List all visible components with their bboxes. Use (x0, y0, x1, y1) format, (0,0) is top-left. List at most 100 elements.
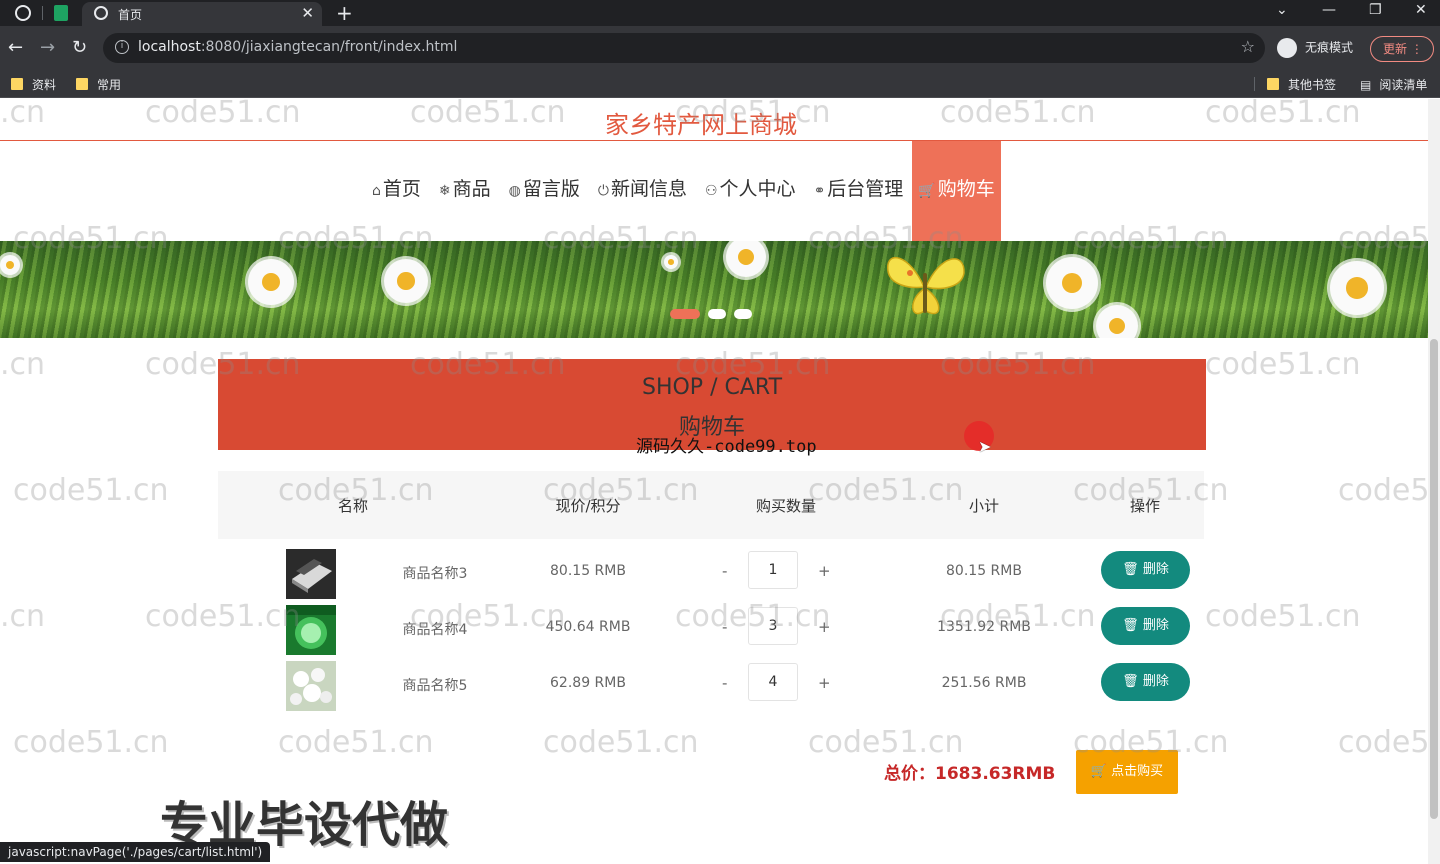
product-price: 450.64 RMB (545, 619, 631, 635)
qty-decrease-button[interactable]: - (722, 618, 727, 636)
update-button[interactable]: 更新 ⋮ (1370, 36, 1434, 62)
page-viewport: 家乡特产网上商城 ⌂ 首页 ❄ 商品 ◍ 留言版 ⏻ 新闻信息 ⚇ 个人中心 ⚭ 后台管理 … (0, 99, 1428, 864)
bookmark-star-icon[interactable]: ☆ (1241, 37, 1255, 56)
sheets-app-icon[interactable] (54, 5, 68, 21)
status-bar-link: javascript:navPage('./pages/cart/list.ht… (0, 842, 271, 862)
product-price: 62.89 RMB (550, 675, 626, 691)
qty-input[interactable] (748, 663, 798, 701)
watermark: .cn (0, 599, 46, 634)
close-window-button[interactable]: ✕ (1415, 2, 1427, 18)
col-header-subtotal: 小计 (968, 497, 1000, 515)
scrollbar-thumb[interactable] (1430, 339, 1438, 819)
cart-total: 总价：1683.63RMB (884, 764, 1056, 784)
watermark: code51.cn (543, 725, 699, 760)
product-name[interactable]: 商品名称4 (403, 619, 468, 639)
checkout-button[interactable]: 🛒 点击购买 (1076, 750, 1178, 794)
watermark: code51.cn (13, 473, 169, 508)
product-subtotal: 251.56 RMB (941, 675, 1027, 691)
new-tab-button[interactable]: + (336, 1, 353, 25)
minimize-button[interactable]: — (1322, 2, 1336, 18)
product-name[interactable]: 商品名称5 (403, 675, 468, 695)
globe-icon[interactable] (15, 5, 31, 21)
qty-decrease-button[interactable]: - (722, 562, 727, 580)
tab-close-icon[interactable]: ✕ (301, 4, 314, 22)
nav-admin[interactable]: ⚭ 后台管理 (805, 141, 913, 241)
col-header-qty: 购买数量 (755, 497, 817, 515)
watermark: code5 (1338, 473, 1428, 508)
qty-increase-button[interactable]: + (818, 618, 831, 636)
qty-increase-button[interactable]: + (818, 674, 831, 692)
daisy-flower (0, 255, 20, 275)
product-subtotal: 80.15 RMB (946, 563, 1022, 579)
incognito-indicator[interactable]: 无痕模式 (1277, 38, 1353, 58)
bookmark-folder-changyong[interactable]: 常用 (76, 76, 121, 93)
bookmark-other[interactable]: 其他书签 (1267, 76, 1336, 93)
banner-grass-image (0, 241, 1428, 338)
banner-carousel[interactable] (0, 241, 1428, 338)
delete-button[interactable]: 🗑 删除 (1101, 663, 1190, 701)
qty-increase-button[interactable]: + (818, 562, 831, 580)
nav-guestbook[interactable]: ◍ 留言版 (500, 141, 589, 241)
nav-profile[interactable]: ⚇ 个人中心 (696, 141, 805, 241)
nav-cart[interactable]: 🛒 购物车 (912, 141, 1001, 241)
cart-total-value: 1683.63RMB (935, 764, 1056, 784)
carousel-dot-2[interactable] (708, 309, 726, 319)
globe-icon: ◍ (508, 183, 521, 199)
product-thumbnail[interactable] (286, 661, 336, 711)
nav-products[interactable]: ❄ 商品 (430, 141, 500, 241)
address-bar[interactable]: i localhost:8080/jiaxiangtecan/front/ind… (103, 33, 1265, 63)
user-icon: ⚇ (704, 183, 718, 199)
cart-table-header: 名称 现价/积分 购买数量 小计 操作 (218, 471, 1204, 539)
watermark: code51.cn (1205, 347, 1361, 382)
power-icon: ⏻ (597, 183, 609, 199)
butterfly-icon (887, 256, 965, 315)
daisy-flower (1046, 257, 1098, 309)
qty-decrease-button[interactable]: - (722, 674, 727, 692)
product-price: 80.15 RMB (550, 563, 626, 579)
qty-input[interactable] (748, 551, 798, 589)
trash-icon: 🗑 (1122, 674, 1139, 689)
product-thumbnail[interactable] (286, 549, 336, 599)
back-button[interactable]: ← (8, 37, 23, 58)
site-info-icon[interactable]: i (115, 40, 129, 54)
delete-button[interactable]: 🗑 删除 (1101, 551, 1190, 589)
tab-search-icon[interactable]: ⌄ (1276, 2, 1288, 18)
product-name[interactable]: 商品名称3 (403, 563, 468, 583)
watermark: code51.cn (1205, 599, 1361, 634)
cart-row: 商品名称5 62.89 RMB - + 251.56 RMB 🗑 删除 (218, 657, 1204, 713)
mouse-cursor-icon: ➤ (978, 437, 992, 456)
bookmark-folder-ziliao[interactable]: 资料 (11, 76, 56, 93)
watermark: code51.cn (278, 725, 434, 760)
cart-row: 商品名称4 450.64 RMB - + 1351.92 RMB 🗑 删除 (218, 601, 1204, 657)
col-header-name: 名称 (337, 497, 369, 515)
reload-button[interactable]: ↻ (72, 37, 87, 58)
site-title: 家乡特产网上商城 (605, 111, 797, 139)
folder-icon (11, 78, 23, 90)
nav-news[interactable]: ⏻ 新闻信息 (589, 141, 696, 241)
watermark: .cn (0, 347, 46, 382)
main-nav: ⌂ 首页 ❄ 商品 ◍ 留言版 ⏻ 新闻信息 ⚇ 个人中心 ⚭ 后台管理 🛒 购物车 (363, 141, 1001, 241)
section-title-en: SHOP / CART (641, 375, 783, 400)
restore-button[interactable]: ❐ (1369, 2, 1382, 18)
col-header-action: 操作 (1129, 497, 1161, 515)
daisy-flower (248, 259, 294, 305)
daisy-flower (664, 255, 678, 269)
browser-tab-active[interactable]: 首页 ✕ (82, 2, 322, 26)
page-scrollbar[interactable] (1428, 99, 1440, 864)
product-thumbnail[interactable] (286, 605, 336, 655)
cart-icon: 🛒 (1090, 764, 1108, 779)
forward-button[interactable]: → (40, 37, 55, 58)
tab-separator (42, 6, 43, 20)
reading-list[interactable]: ▤ 阅读清单 (1360, 76, 1427, 93)
nav-home[interactable]: ⌂ 首页 (363, 141, 430, 241)
watermark: code5 (1338, 725, 1428, 760)
address-toolbar: ← → ↻ i localhost:8080/jiaxiangtecan/fro… (0, 26, 1440, 70)
carousel-dot-1[interactable] (670, 309, 700, 319)
url-text[interactable]: localhost:8080/jiaxiangtecan/front/index… (138, 39, 457, 55)
qty-input[interactable] (748, 607, 798, 645)
folder-icon (1267, 78, 1279, 90)
product-subtotal: 1351.92 RMB (937, 619, 1031, 635)
watermark: code51.cn (13, 725, 169, 760)
carousel-dot-3[interactable] (734, 309, 752, 319)
delete-button[interactable]: 🗑 删除 (1101, 607, 1190, 645)
